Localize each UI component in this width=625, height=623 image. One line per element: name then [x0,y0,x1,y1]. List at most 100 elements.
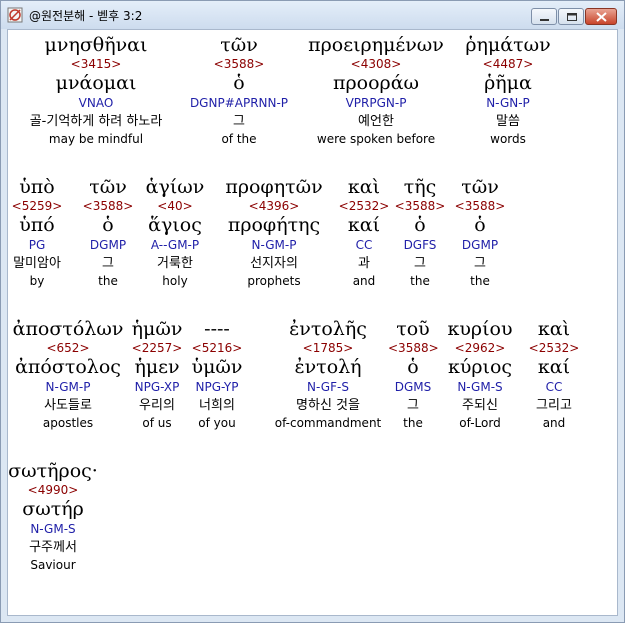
greek-word: καὶ [537,318,571,340]
english-gloss: words [490,132,526,146]
word-block[interactable]: ἐντολῆς <1785> ἐντολή N-GF-S 명하신 것을 of-comman… [268,318,388,431]
parse-code: N-GM-S [457,380,503,394]
word-block[interactable]: τῶν <3588> ὁ DGNP#APRNN-P 그 of the [184,34,294,147]
korean-gloss: 골-기억하게 하려 하노라 [29,114,163,129]
word-block[interactable]: μνησθῆναι <3415> μνάομαι VNAO 골-기억하게 하려 하노라 m… [8,34,184,147]
word-block[interactable]: ---- <5216> ὑμῶν NPG-YP 너희의 of you [186,318,248,431]
korean-gloss: 너희의 [199,398,235,413]
korean-gloss: 말씀 [496,114,520,129]
english-gloss: the [98,274,118,288]
english-gloss: the [470,274,490,288]
lexical-form: μνάομαι [55,72,137,94]
parse-code: CC [355,238,373,252]
word-block[interactable]: ὑπὸ <5259> ὑπό PG 말미암아 by [8,176,66,289]
strong-number: <2532> [528,341,580,355]
english-gloss: of us [142,416,172,430]
word-block[interactable]: προειρημένων <4308> προοράω VPRPGN-P 예언한 were… [294,34,458,147]
parse-code: DGMS [394,380,432,394]
strong-number: <4990> [27,483,79,497]
maximize-button[interactable] [558,8,584,25]
korean-gloss: 그 [414,256,426,271]
korean-gloss: 거룩한 [157,256,193,271]
greek-word: μνησθῆναι [44,34,148,56]
greek-word: ἐντολῆς [289,318,367,340]
strong-number: <2532> [338,199,390,213]
english-gloss: of-commandment [274,416,382,430]
greek-word: κυρίου [447,318,513,340]
word-block[interactable]: καὶ <2532> καί CC 그리고 and [522,318,586,431]
word-block[interactable]: ἀποστόλων <652> ἀπόστολος N-GM-P 사도들로 apostle… [8,318,128,431]
title-bar[interactable]: @원전분해 - 벧후 3:2 [1,1,624,29]
parse-code: N-GM-P [45,380,91,394]
english-gloss: of you [198,416,236,430]
lexical-form: ἐντολή [294,356,362,378]
word-block[interactable]: κυρίου <2962> κύριος N-GM-S 주되신 of-Lord [438,318,522,431]
word-block[interactable]: ῥημάτων <4487> ῥῆμα N-GN-P 말씀 words [458,34,558,147]
word-block[interactable]: τῆς <3588> ὁ DGFS 그 the [390,176,450,289]
app-icon[interactable] [7,7,23,23]
english-gloss: apostles [42,416,94,430]
korean-gloss: 그 [407,398,419,413]
strong-number: <3588> [394,199,446,213]
word-block[interactable]: σωτῆρος· <4990> σωτήρ N-GM-S 구주께서 Saviour [8,460,98,573]
greek-word: τοῦ [396,318,430,340]
parse-code: DGMP [461,238,499,252]
parse-code: NPG-XP [134,380,180,394]
close-button[interactable] [585,8,617,25]
app-window: @원전분해 - 벧후 3:2 μνησθῆναι <3415> μνάομαι VNA… [0,0,625,623]
korean-gloss: 말미암아 [13,256,61,271]
strong-number: <3415> [70,57,122,71]
strong-number: <5216> [191,341,243,355]
word-block[interactable]: τοῦ <3588> ὁ DGMS 그 the [388,318,439,431]
parse-code: A--GM-P [150,238,200,252]
greek-word: ὑπὸ [19,176,55,198]
lexical-form: προοράω [332,72,420,94]
lexical-form: ῥῆμα [484,72,532,94]
korean-gloss: 예언한 [358,114,394,129]
greek-word: προφητῶν [225,176,323,198]
word-block[interactable]: προφητῶν <4396> προφήτης N-GM-P 선지자의 prophets [210,176,338,289]
word-block[interactable]: καὶ <2532> καί CC 과 and [338,176,390,289]
lexical-form: κύριος [447,356,513,378]
strong-number: <3588> [388,341,439,355]
greek-word: τῆς [403,176,437,198]
greek-word: ἁγίων [145,176,205,198]
lexical-form: ὑμῶν [191,356,243,378]
strong-number: <3588> [454,199,506,213]
minimize-button[interactable] [531,8,557,25]
strong-number: <652> [46,341,90,355]
greek-word: προειρημένων [308,34,444,56]
greek-word: ---- [204,318,230,340]
strong-number: <2257> [131,341,183,355]
word-block[interactable]: τῶν <3588> ὁ DGMP 그 the [450,176,510,289]
korean-gloss: 구주께서 [29,540,77,555]
lexical-form: σωτήρ [22,498,84,520]
lexical-form: ὁ [233,72,245,94]
window-title: @원전분해 - 벧후 3:2 [29,9,143,23]
korean-gloss: 그 [102,256,114,271]
english-gloss: were spoken before [316,132,436,146]
word-block[interactable]: ἁγίων <40> ἅγιος A--GM-P 거룩한 holy [140,176,210,289]
parse-code: VNAO [78,96,114,110]
strong-number: <1785> [302,341,354,355]
english-gloss: and [352,274,376,288]
english-gloss: may be mindful [48,132,144,146]
parse-code: N-GM-S [30,522,76,536]
korean-gloss: 주되신 [462,398,498,413]
parse-code: N-GN-P [486,96,530,110]
strong-number: <5259> [11,199,63,213]
strong-number: <40> [157,199,193,213]
korean-gloss: 그 [233,114,245,129]
window-bottom-border [1,616,624,622]
lexical-form: ἅγιος [148,214,202,236]
parse-code: NPG-YP [195,380,239,394]
word-block[interactable]: τῶν <3588> ὁ DGMP 그 the [76,176,140,289]
lexical-form: καί [537,356,571,378]
word-block[interactable]: ἡμῶν <2257> ἡμεν NPG-XP 우리의 of us [128,318,186,431]
english-gloss: Saviour [30,558,76,572]
parse-code: N-GF-S [307,380,349,394]
strong-number: <4396> [248,199,300,213]
english-gloss: by [29,274,45,288]
english-gloss: prophets [247,274,301,288]
interlinear-view[interactable]: μνησθῆναι <3415> μνάομαι VNAO 골-기억하게 하려 하노라 m… [7,29,618,616]
